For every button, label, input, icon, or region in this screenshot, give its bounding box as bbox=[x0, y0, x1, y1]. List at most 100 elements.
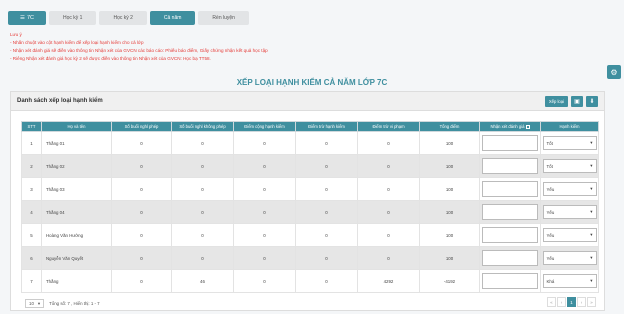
table-footer: 10 ▾ Tổng số: 7 , Hiển thị: 1 - 7 bbox=[25, 299, 100, 308]
conduct-value: Yếu bbox=[546, 232, 555, 238]
table-row: 3 Thắng 03 0 0 0 0 0 100 Yếu ▾ bbox=[21, 177, 599, 201]
table-row: 4 Thắng 04 0 0 0 0 0 100 Yếu ▾ bbox=[21, 200, 599, 224]
cell-excused: 0 bbox=[111, 269, 172, 293]
tab-hoc-ky-2[interactable]: Học kỳ 2 bbox=[99, 11, 147, 25]
cell-plus: 0 bbox=[233, 200, 296, 224]
col-conduct[interactable]: Hạnh kiểm bbox=[540, 121, 599, 132]
cell-unexcused: 0 bbox=[171, 246, 234, 270]
cell-conduct: Yếu ▾ bbox=[540, 246, 599, 270]
cell-excused: 0 bbox=[111, 200, 172, 224]
col-excused: Số buổi nghỉ phép bbox=[111, 121, 172, 132]
rank-button[interactable]: Xếp loại bbox=[544, 95, 568, 107]
list-icon: ☰ bbox=[20, 15, 25, 21]
cell-unexcused: 0 bbox=[171, 200, 234, 224]
col-comment: Nhận xét đánh giá bbox=[479, 121, 541, 132]
caret-down-icon: ▾ bbox=[590, 278, 593, 283]
comment-input[interactable] bbox=[482, 135, 538, 151]
conduct-select[interactable]: Yếu ▾ bbox=[542, 205, 597, 219]
save-icon[interactable]: ▣ bbox=[571, 95, 583, 107]
cell-minus: 0 bbox=[295, 131, 358, 155]
cell-stt: 3 bbox=[21, 177, 42, 201]
caret-down-icon: ▾ bbox=[590, 140, 593, 145]
conduct-select[interactable]: Yếu ▾ bbox=[542, 251, 597, 265]
conduct-table: STT Họ và tên Số buổi nghỉ phép Số buổi … bbox=[21, 121, 599, 293]
table-row: 1 Thắng 01 0 0 0 0 0 100 Tốt ▾ bbox=[21, 131, 599, 155]
comment-input[interactable] bbox=[482, 204, 538, 220]
cell-plus: 0 bbox=[233, 269, 296, 293]
comment-input[interactable] bbox=[482, 158, 538, 174]
comment-input[interactable] bbox=[482, 273, 538, 289]
page-title: XẾP LOẠI HẠNH KIỂM CẢ NĂM LỚP 7C bbox=[236, 78, 388, 87]
conduct-select[interactable]: Yếu ▾ bbox=[542, 228, 597, 242]
conduct-value: Tốt bbox=[546, 140, 553, 146]
comment-input[interactable] bbox=[482, 227, 538, 243]
conduct-select[interactable]: Yếu ▾ bbox=[542, 182, 597, 196]
note-line: - Riêng Nhận xét đánh giá học kỳ 2 sẽ đư… bbox=[10, 56, 211, 61]
cell-plus: 0 bbox=[233, 131, 296, 155]
cell-stt: 5 bbox=[21, 223, 42, 247]
conduct-select[interactable]: Khá ▾ bbox=[542, 274, 597, 288]
class-select-button[interactable]: ☰ 7C bbox=[8, 11, 46, 25]
cell-plus: 0 bbox=[233, 177, 296, 201]
cell-name: Thắng 02 bbox=[41, 154, 112, 178]
cell-conduct: Tốt ▾ bbox=[540, 131, 599, 155]
cell-violation: 0 bbox=[357, 154, 420, 178]
tab-hoc-ky-1[interactable]: Học kỳ 1 bbox=[49, 11, 97, 25]
cell-violation: 4292 bbox=[357, 269, 420, 293]
tab-ca-nam[interactable]: Cả năm bbox=[149, 11, 196, 25]
conduct-select[interactable]: Tốt ▾ bbox=[542, 136, 597, 150]
select-all-checkbox[interactable] bbox=[525, 124, 530, 129]
first-page-button[interactable]: « bbox=[547, 297, 556, 307]
cell-name: Thắng 04 bbox=[41, 200, 112, 224]
comment-input[interactable] bbox=[482, 250, 538, 266]
cell-excused: 0 bbox=[111, 223, 172, 247]
cell-conduct: Khá ▾ bbox=[540, 269, 599, 293]
col-violation: Điểm trừ vi phạm bbox=[357, 121, 420, 132]
col-name: Họ và tên bbox=[41, 121, 112, 132]
conduct-value: Tốt bbox=[546, 163, 553, 169]
cell-name: Nguyễn Văn Quyết bbox=[41, 246, 112, 270]
cell-comment bbox=[479, 223, 541, 247]
conduct-value: Yếu bbox=[546, 255, 555, 261]
note-line: - Nhấn chuột vào cột hạnh kiểm để xếp lo… bbox=[10, 40, 144, 45]
last-page-button[interactable]: » bbox=[587, 297, 596, 307]
cell-minus: 0 bbox=[295, 223, 358, 247]
comment-input[interactable] bbox=[482, 181, 538, 197]
tab-ren-luyen[interactable]: Rèn luyện bbox=[198, 11, 249, 25]
cell-stt: 6 bbox=[21, 246, 42, 270]
cell-conduct: Yếu ▾ bbox=[540, 200, 599, 224]
next-page-button[interactable]: › bbox=[577, 297, 586, 307]
cell-minus: 0 bbox=[295, 200, 358, 224]
cell-violation: 0 bbox=[357, 131, 420, 155]
conduct-value: Yếu bbox=[546, 186, 555, 192]
cell-total: 100 bbox=[419, 131, 480, 155]
gear-icon[interactable]: ⚙ bbox=[607, 65, 621, 79]
conduct-panel: Danh sách xếp loại hạnh kiểm Xếp loại ▣ … bbox=[10, 91, 605, 311]
cell-comment bbox=[479, 246, 541, 270]
cell-total: 100 bbox=[419, 177, 480, 201]
caret-down-icon: ▾ bbox=[590, 232, 593, 237]
cell-unexcused: 0 bbox=[171, 154, 234, 178]
download-icon[interactable]: ⬇ bbox=[586, 95, 598, 107]
cell-excused: 0 bbox=[111, 154, 172, 178]
notes-block: Lưu ý - Nhấn chuột vào cột hạnh kiểm để … bbox=[10, 31, 268, 63]
cell-total: 100 bbox=[419, 200, 480, 224]
table-row: 2 Thắng 02 0 0 0 0 0 100 Tốt ▾ bbox=[21, 154, 599, 178]
caret-down-icon: ▾ bbox=[590, 163, 593, 168]
cell-comment bbox=[479, 200, 541, 224]
col-minus: Điểm trừ hạnh kiểm bbox=[295, 121, 358, 132]
cell-name: Thắng bbox=[41, 269, 112, 293]
cell-unexcused: 46 bbox=[171, 269, 234, 293]
page-size-select[interactable]: 10 ▾ bbox=[25, 299, 45, 308]
class-label: 7C bbox=[26, 15, 34, 21]
cell-plus: 0 bbox=[233, 223, 296, 247]
cell-unexcused: 0 bbox=[171, 131, 234, 155]
cell-total: 100 bbox=[419, 154, 480, 178]
conduct-select[interactable]: Tốt ▾ bbox=[542, 159, 597, 173]
cell-name: Thắng 03 bbox=[41, 177, 112, 201]
prev-page-button[interactable]: ‹ bbox=[557, 297, 566, 307]
cell-comment bbox=[479, 131, 541, 155]
page-1-button[interactable]: 1 bbox=[567, 297, 576, 307]
cell-minus: 0 bbox=[295, 269, 358, 293]
note-title: Lưu ý bbox=[10, 32, 22, 37]
